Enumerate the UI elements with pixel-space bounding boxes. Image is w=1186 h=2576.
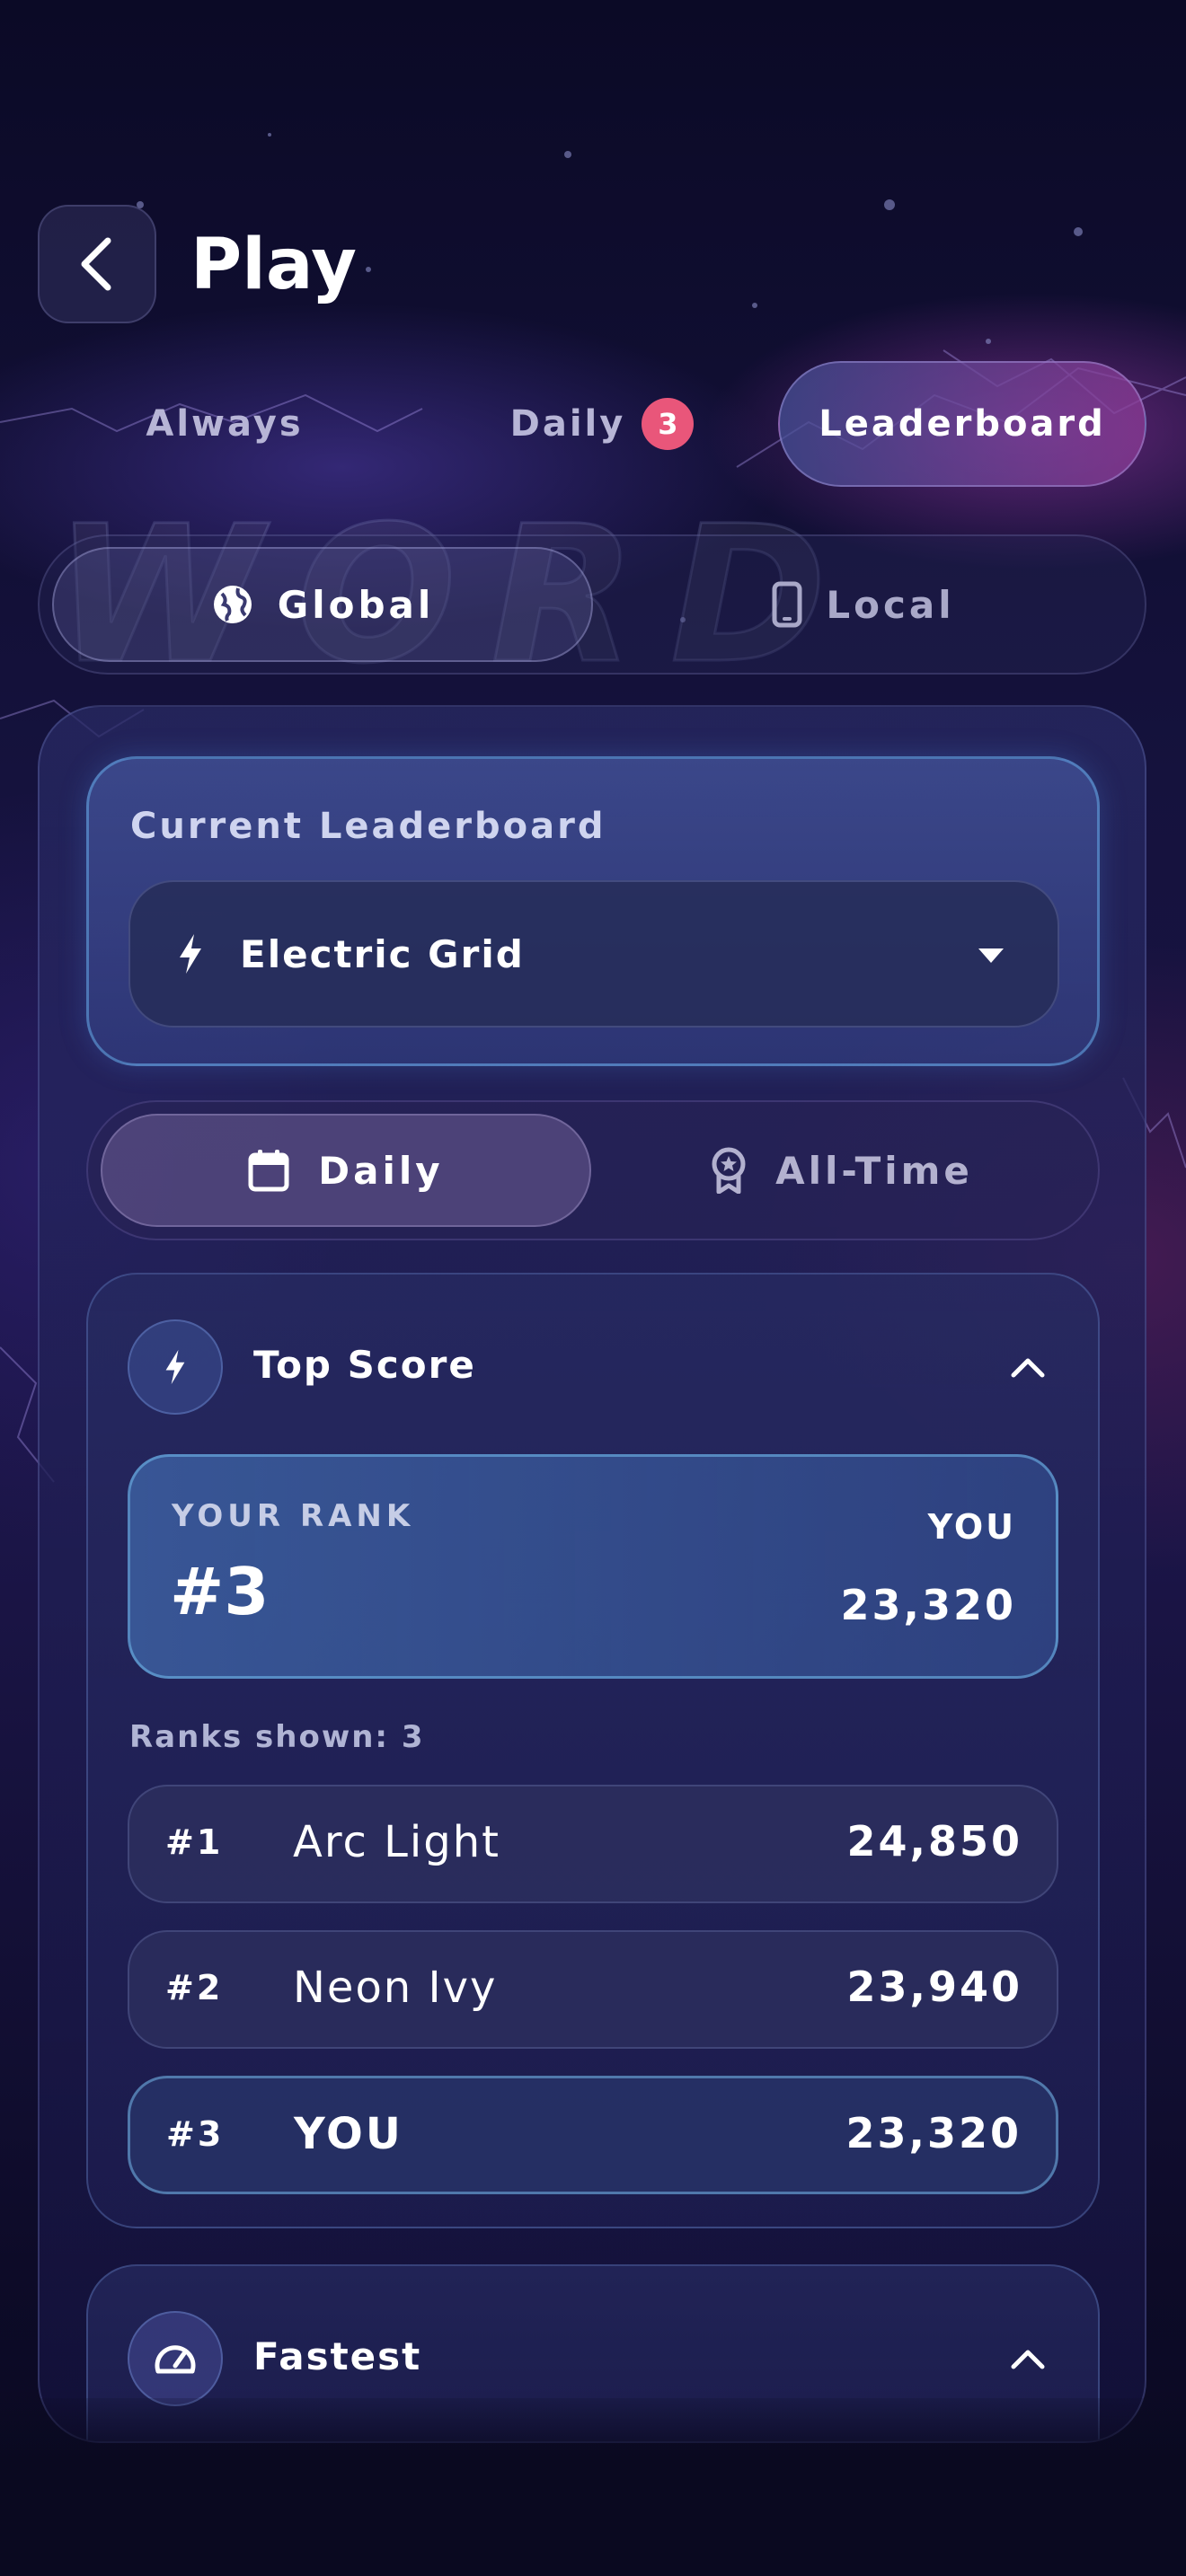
period-label: All-Time — [775, 1148, 973, 1193]
dropdown-value: Electric Grid — [240, 931, 525, 976]
period-alltime-button[interactable]: All-Time — [597, 1114, 1087, 1227]
chevron-up-icon[interactable] — [1010, 2347, 1046, 2370]
top-score-section: Top Score YOUR RANK #3 YOU 23,320 Ranks … — [86, 1273, 1100, 2228]
bottom-fade — [0, 2398, 1186, 2576]
scope-toggle: Global Local — [38, 534, 1146, 675]
scope-label: Local — [826, 582, 955, 627]
leaderboard-panel: Current Leaderboard Electric Grid Daily — [38, 705, 1146, 2443]
row-name: Neon Ivy — [293, 1963, 498, 2013]
bolt-icon — [180, 934, 201, 974]
period-daily-button[interactable]: Daily — [101, 1114, 591, 1227]
tab-label: Daily — [509, 403, 626, 445]
period-toggle: Daily All-Time — [86, 1100, 1100, 1240]
section-title: Fastest — [253, 2334, 422, 2378]
chevron-up-icon[interactable] — [1010, 1355, 1046, 1379]
chevron-down-icon — [978, 948, 1004, 963]
phone-icon — [772, 581, 802, 628]
calendar-icon — [248, 1150, 289, 1192]
row-score: 23,940 — [846, 1963, 1022, 2011]
top-score-icon-badge — [128, 1319, 223, 1415]
your-rank-value: #3 — [170, 1554, 270, 1629]
section-title: Top Score — [253, 1343, 476, 1387]
fastest-icon-badge — [128, 2311, 223, 2406]
row-rank: #1 — [165, 1822, 224, 1862]
leaderboard-selector-box: Current Leaderboard Electric Grid — [86, 756, 1100, 1066]
leaderboard-row[interactable]: #1 Arc Light 24,850 — [128, 1785, 1058, 1903]
leaderboard-row-self[interactable]: #3 YOU 23,320 — [128, 2076, 1058, 2194]
tab-label: Always — [146, 403, 304, 445]
leaderboard-row[interactable]: #2 Neon Ivy 23,940 — [128, 1930, 1058, 2049]
your-score: 23,320 — [840, 1581, 1016, 1629]
tab-always[interactable]: Always — [90, 361, 359, 487]
notification-badge: 3 — [642, 398, 695, 450]
globe-icon — [213, 586, 252, 623]
tab-daily[interactable]: Daily 3 — [467, 361, 737, 487]
page-title: Play — [190, 225, 357, 305]
row-name: Arc Light — [293, 1817, 500, 1867]
leaderboard-selector-label: Current Leaderboard — [130, 806, 606, 847]
row-name: YOU — [294, 2109, 403, 2159]
row-rank: #2 — [165, 1968, 224, 2007]
tab-label: Leaderboard — [819, 403, 1106, 445]
scope-label: Global — [277, 582, 435, 627]
period-label: Daily — [318, 1148, 444, 1193]
row-score: 23,320 — [845, 2109, 1022, 2157]
leaderboard-dropdown[interactable]: Electric Grid — [128, 880, 1059, 1028]
scope-global-button[interactable]: Global — [52, 547, 593, 662]
speedometer-icon — [155, 2345, 196, 2374]
scope-local-button[interactable]: Local — [593, 547, 1134, 662]
bolt-icon — [165, 1349, 185, 1385]
award-icon — [712, 1147, 746, 1194]
row-rank: #3 — [166, 2114, 225, 2154]
tab-leaderboard[interactable]: Leaderboard — [778, 361, 1146, 487]
your-rank-label: YOUR RANK — [172, 1498, 415, 1534]
row-score: 24,850 — [846, 1817, 1022, 1866]
your-name: YOU — [927, 1507, 1016, 1547]
back-button[interactable] — [38, 205, 156, 323]
your-rank-card: YOUR RANK #3 YOU 23,320 — [128, 1454, 1058, 1679]
ranks-shown-label: Ranks shown: 3 — [129, 1719, 425, 1755]
chevron-left-icon — [81, 237, 111, 291]
